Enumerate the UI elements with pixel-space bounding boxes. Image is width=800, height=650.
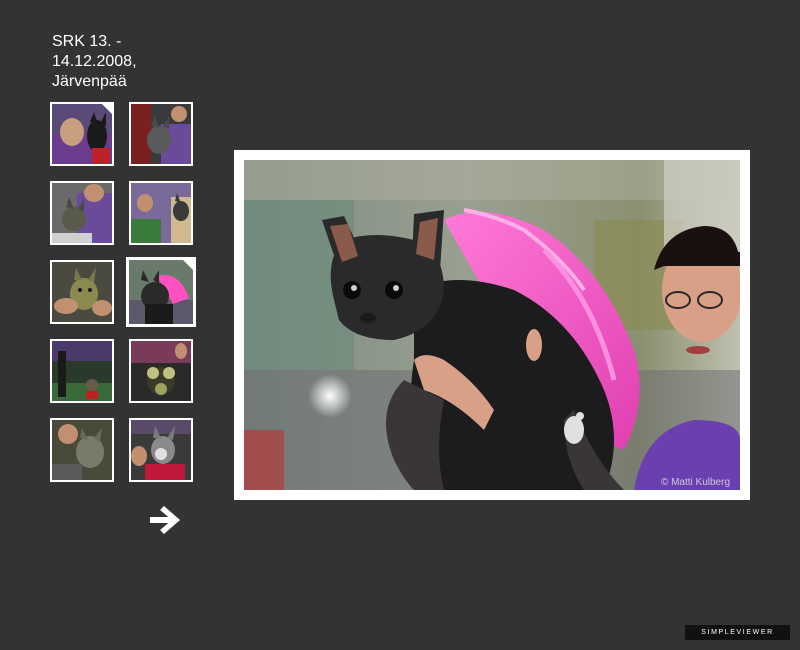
thumbnail-grid bbox=[50, 102, 200, 492]
thumbnail-6-selected[interactable] bbox=[126, 257, 196, 327]
thumbnail-image bbox=[131, 420, 191, 480]
gallery-title: SRK 13. - 14.12.2008, Järvenpää bbox=[52, 33, 137, 90]
thumbnail-5[interactable] bbox=[50, 260, 114, 324]
thumbnail-image bbox=[131, 341, 191, 401]
cat-photo bbox=[244, 160, 740, 490]
simpleviewer-logo-button[interactable]: SIMPLEVIEWER bbox=[685, 625, 790, 640]
thumbnail-10[interactable] bbox=[129, 418, 193, 482]
thumbnail-7[interactable] bbox=[50, 339, 114, 403]
photo-credit: © Matti Kulberg bbox=[660, 477, 730, 488]
thumbnail-2[interactable] bbox=[129, 102, 193, 166]
thumbnail-image bbox=[129, 260, 193, 324]
thumbnail-image bbox=[52, 104, 112, 164]
next-page-button[interactable] bbox=[146, 502, 184, 538]
main-image[interactable]: © Matti Kulberg bbox=[244, 160, 740, 490]
thumbnail-9[interactable] bbox=[50, 418, 114, 482]
thumbnail-1[interactable] bbox=[50, 102, 114, 166]
main-image-frame: © Matti Kulberg bbox=[234, 150, 750, 500]
thumbnail-8[interactable] bbox=[129, 339, 193, 403]
thumbnail-3[interactable] bbox=[50, 181, 114, 245]
thumbnail-image bbox=[52, 183, 112, 243]
image-viewer: SRK 13. - 14.12.2008, Järvenpää © Matti … bbox=[0, 0, 800, 650]
thumbnail-image bbox=[52, 341, 112, 401]
thumbnail-image bbox=[131, 104, 191, 164]
thumbnail-image bbox=[52, 420, 112, 480]
thumbnail-4[interactable] bbox=[129, 181, 193, 245]
thumbnail-image bbox=[131, 183, 191, 243]
thumbnail-image bbox=[52, 262, 112, 322]
arrow-right-icon bbox=[150, 506, 180, 534]
